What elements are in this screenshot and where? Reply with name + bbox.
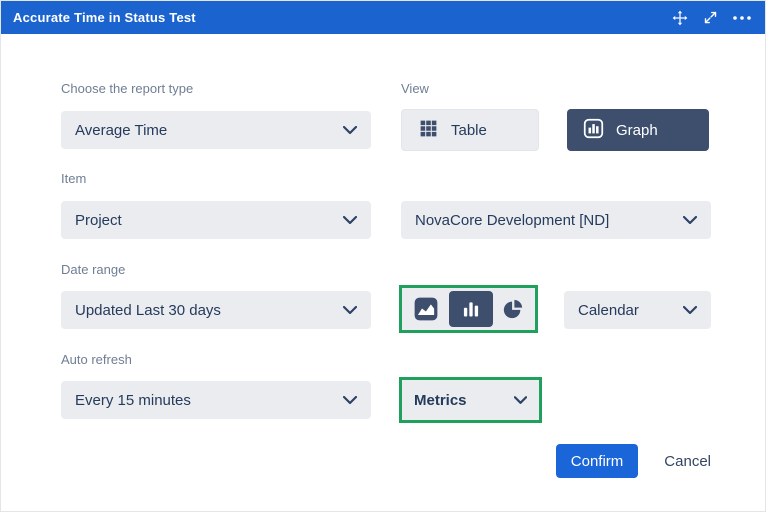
graph-icon: [583, 118, 604, 143]
more-options-icon[interactable]: [733, 16, 751, 20]
dialog-footer: Confirm Cancel: [401, 444, 711, 478]
metrics-value: Metrics: [414, 392, 467, 409]
header-icons: [672, 10, 751, 26]
move-icon[interactable]: [672, 10, 688, 26]
confirm-button[interactable]: Confirm: [556, 444, 639, 478]
chart-type-group: [402, 288, 535, 330]
metrics-highlight-box: Metrics: [399, 377, 542, 423]
pie-chart-icon[interactable]: [502, 298, 524, 320]
dialog-title: Accurate Time in Status Test: [13, 10, 196, 25]
dialog-header: Accurate Time in Status Test: [1, 1, 765, 34]
chevron-down-icon: [343, 212, 357, 229]
view-table-label: Table: [451, 122, 487, 139]
cancel-button[interactable]: Cancel: [664, 453, 711, 470]
view-graph-button[interactable]: Graph: [567, 109, 709, 151]
table-icon: [418, 118, 439, 143]
auto-refresh-dropdown[interactable]: Every 15 minutes: [61, 381, 371, 419]
gadget-dialog: Accurate Time in Status Test C: [0, 0, 766, 512]
auto-refresh-value: Every 15 minutes: [75, 392, 191, 409]
item-label: Item: [61, 171, 86, 186]
auto-refresh-label: Auto refresh: [61, 352, 132, 367]
report-type-dropdown[interactable]: Average Time: [61, 111, 371, 149]
item-dropdown[interactable]: Project: [61, 201, 371, 239]
chevron-down-icon: [343, 392, 357, 409]
date-range-label: Date range: [61, 262, 125, 277]
expand-icon[interactable]: [703, 10, 718, 25]
view-table-button[interactable]: Table: [401, 109, 539, 151]
chevron-down-icon: [343, 302, 357, 319]
chevron-down-icon: [514, 392, 527, 409]
date-range-value: Updated Last 30 days: [75, 302, 221, 319]
project-value: NovaCore Development [ND]: [415, 212, 609, 229]
chevron-down-icon: [683, 302, 697, 319]
view-label: View: [401, 81, 429, 96]
view-graph-label: Graph: [616, 122, 658, 139]
report-type-label: Choose the report type: [61, 81, 193, 96]
area-chart-icon[interactable]: [413, 296, 439, 322]
project-dropdown[interactable]: NovaCore Development [ND]: [401, 201, 711, 239]
chevron-down-icon: [343, 122, 357, 139]
chevron-down-icon: [683, 212, 697, 229]
calendar-dropdown[interactable]: Calendar: [564, 291, 711, 329]
item-value: Project: [75, 212, 122, 229]
calendar-value: Calendar: [578, 302, 639, 319]
report-type-value: Average Time: [75, 122, 167, 139]
date-range-dropdown[interactable]: Updated Last 30 days: [61, 291, 371, 329]
bar-chart-icon[interactable]: [449, 291, 493, 327]
chart-type-highlight-box: [399, 285, 538, 333]
metrics-dropdown[interactable]: Metrics: [402, 380, 539, 420]
